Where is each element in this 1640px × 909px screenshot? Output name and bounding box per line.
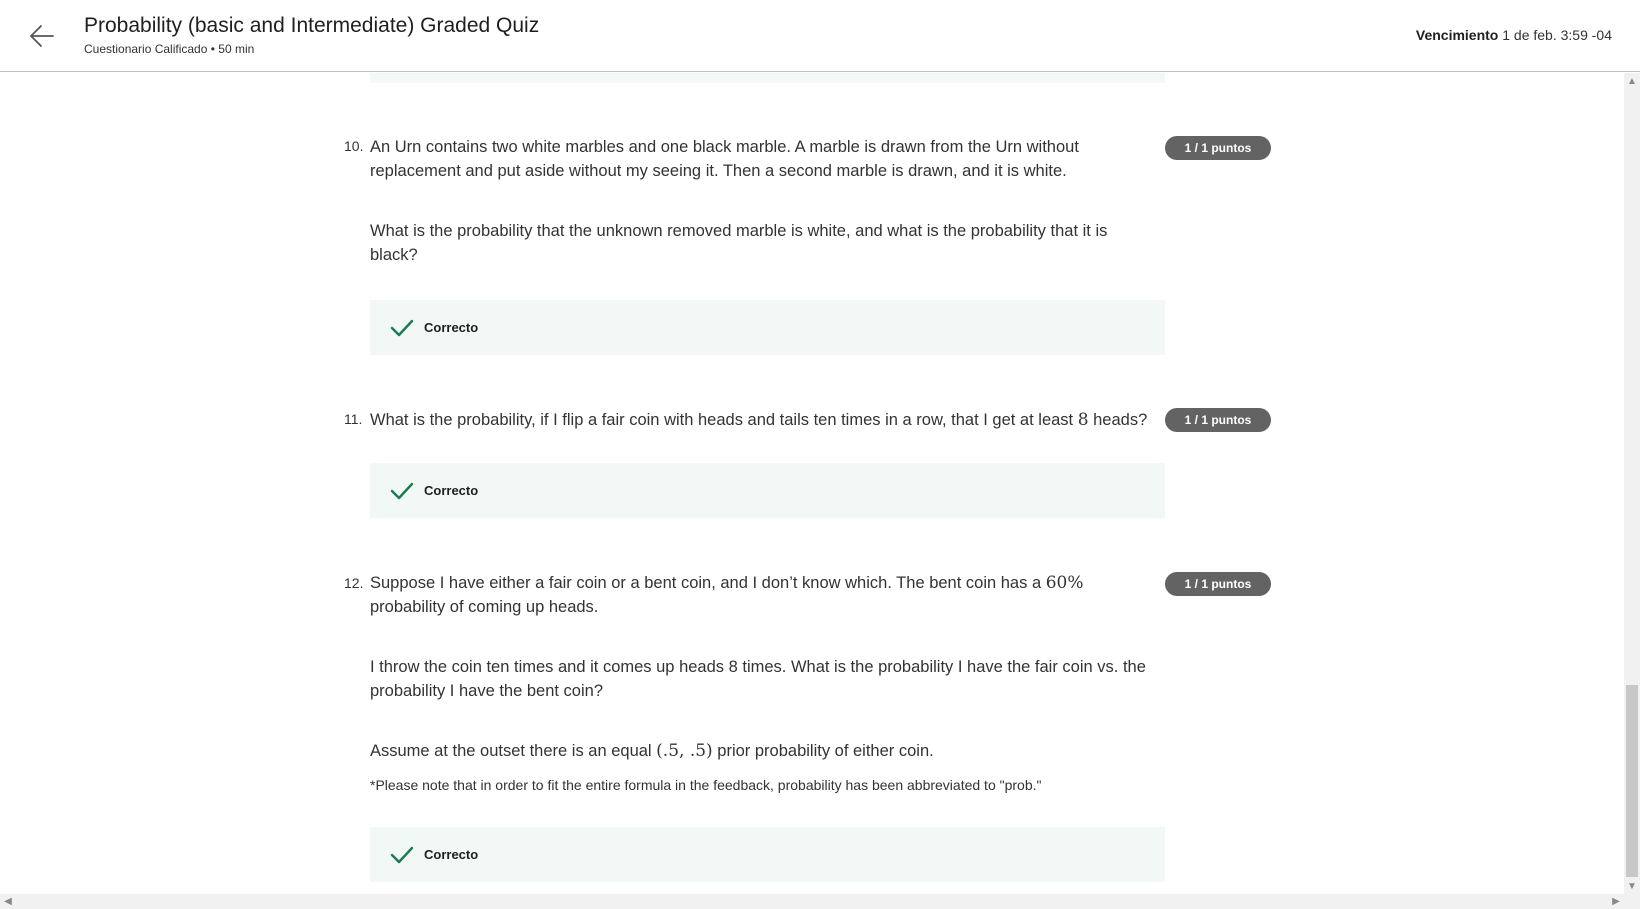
feedback-label: Correcto — [424, 320, 479, 335]
back-button[interactable] — [26, 20, 58, 52]
score-badge: 1 / 1 puntos — [1165, 572, 1271, 596]
vertical-scroll-thumb[interactable] — [1626, 685, 1638, 877]
question-number: 11. — [344, 411, 363, 427]
due-label: Vencimiento — [1415, 27, 1499, 43]
scroll-right-icon[interactable]: ▶ — [1608, 894, 1624, 909]
question-text-end: probability of coming up heads. — [370, 598, 599, 616]
question-text-3-start: Assume at the outset there is an equal — [370, 742, 657, 760]
question-text-2: I throw the coin ten times and it comes … — [370, 658, 1146, 700]
arrow-left-icon — [30, 25, 54, 47]
question-text-end: heads? — [1088, 411, 1148, 429]
math-value: 8 — [1077, 410, 1089, 430]
question-text-2: What is the probability that the unknown… — [370, 222, 1108, 264]
question-text: What is the probability, if I flip a fai… — [370, 408, 1170, 432]
question-text-start: Suppose I have either a fair coin or a b… — [370, 574, 1046, 592]
question-text: An Urn contains two white marbles and on… — [370, 138, 1079, 180]
feedback-box: Correcto — [370, 300, 1165, 355]
question-note: *Please note that in order to fit the en… — [370, 777, 1042, 793]
question-text-start: What is the probability, if I flip a fai… — [370, 411, 1078, 429]
checkmark-icon — [390, 316, 414, 340]
question-text-3-end: prior probability of either coin. — [712, 742, 934, 760]
previous-feedback-strip — [370, 73, 1165, 83]
scroll-left-icon[interactable]: ◀ — [0, 894, 16, 909]
feedback-label: Correcto — [424, 483, 479, 498]
page-subtitle: Cuestionario Calificado • 50 min — [84, 42, 255, 56]
checkmark-icon — [390, 843, 414, 867]
quiz-header: Probability (basic and Intermediate) Gra… — [0, 0, 1640, 72]
math-value: 60% — [1045, 573, 1084, 593]
vertical-scrollbar[interactable]: ▲ ▼ — [1624, 73, 1640, 894]
scroll-down-icon[interactable]: ▼ — [1624, 878, 1640, 894]
score-badge: 1 / 1 puntos — [1165, 136, 1271, 160]
due-date: Vencimiento 1 de feb. 3:59 -04 — [1416, 27, 1612, 43]
score-badge: 1 / 1 puntos — [1165, 408, 1271, 432]
question-text-3: Assume at the outset there is an equal (… — [370, 739, 1165, 763]
horizontal-scrollbar[interactable]: ◀ ▶ — [0, 894, 1640, 909]
feedback-label: Correcto — [424, 847, 479, 862]
question-number: 12. — [344, 575, 364, 591]
math-value-2: (.5, .5) — [656, 741, 713, 761]
due-value: 1 de feb. 3:59 -04 — [1502, 27, 1612, 43]
question-text: Suppose I have either a fair coin or a b… — [370, 571, 1105, 619]
page-title: Probability (basic and Intermediate) Gra… — [84, 14, 540, 37]
checkmark-icon — [390, 479, 414, 503]
scroll-up-icon[interactable]: ▲ — [1624, 73, 1640, 89]
question-number: 10. — [344, 138, 364, 154]
feedback-box: Correcto — [370, 827, 1165, 882]
quiz-content: 10. An Urn contains two white marbles an… — [0, 73, 1624, 894]
feedback-box: Correcto — [370, 463, 1165, 518]
